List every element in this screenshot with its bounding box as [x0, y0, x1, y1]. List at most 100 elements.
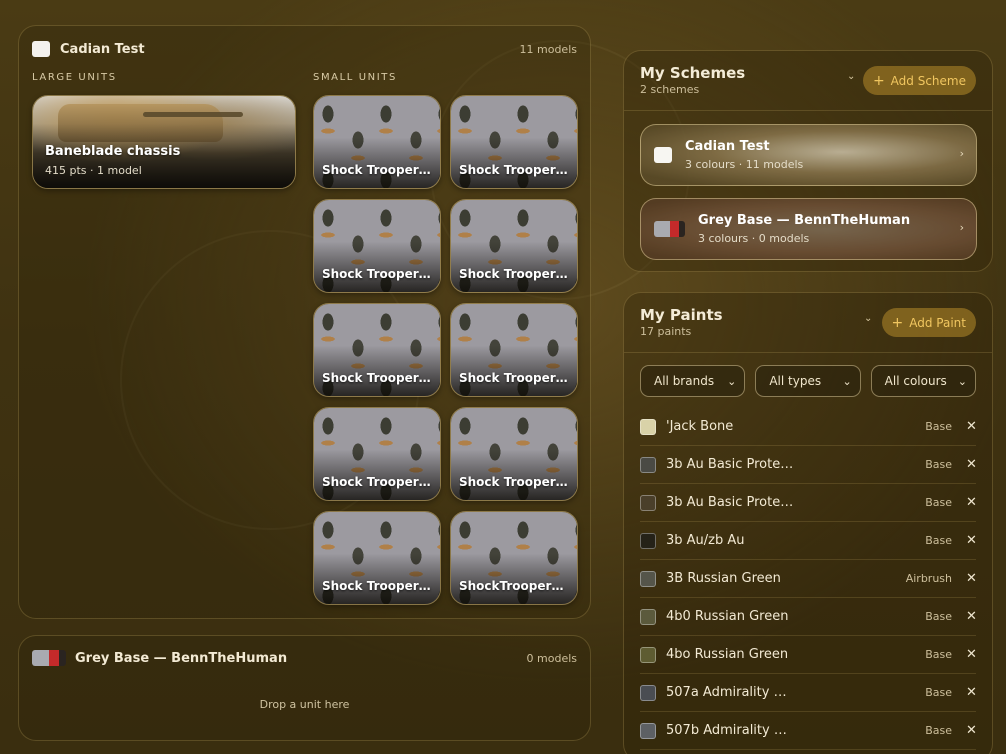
remove-paint-icon[interactable]: ✕	[966, 457, 977, 472]
unit-card-trooper[interactable]: Shock Trooper #7	[313, 407, 441, 501]
paint-row[interactable]: 3b Au Basic Protector Alki… Base ✕	[640, 484, 977, 522]
paint-name: 'Jack Bone	[666, 419, 734, 434]
paint-name: 3b Au Basic Protector	[666, 457, 796, 472]
chevron-down-icon: ⌄	[842, 374, 852, 388]
paint-color-swatch	[640, 494, 656, 511]
unit-card-trooper[interactable]: Shock Trooper #9	[313, 511, 441, 605]
unit-name: Shock Trooper #6	[459, 371, 571, 385]
scheme-color-swatch	[32, 650, 66, 666]
scheme-color-swatch	[32, 41, 50, 57]
group-title: Grey Base — BennTheHuman	[75, 650, 288, 666]
group-model-count: 11 models	[519, 42, 577, 56]
paint-row[interactable]: 4bo Russian Green Base ✕	[640, 636, 977, 674]
paint-type: Base	[925, 420, 953, 433]
scheme-name: Grey Base — BennTheHuman	[698, 213, 911, 228]
unit-name: Baneblade chassis	[45, 144, 181, 159]
scheme-group-cadian[interactable]: Cadian Test 11 models LARGE UNITS SMALL …	[18, 25, 591, 619]
collapse-chevron-icon[interactable]: ⌄	[847, 71, 855, 82]
add-scheme-button[interactable]: + Add Scheme	[862, 66, 976, 95]
remove-paint-icon[interactable]: ✕	[966, 571, 977, 586]
plus-icon: +	[872, 72, 885, 89]
chevron-down-icon: ⌄	[727, 374, 737, 388]
type-filter-select[interactable]: All types ⌄	[755, 365, 861, 397]
unit-name: Shock Trooper #8	[459, 475, 571, 489]
brand-filter-value: All brands	[654, 374, 715, 388]
scheme-color-swatch	[654, 221, 685, 237]
unit-card-trooper[interactable]: ShockTrooperSe…	[450, 511, 578, 605]
unit-card-trooper[interactable]: Shock Trooper #2	[450, 95, 578, 189]
paint-row[interactable]: 4b0 Russian Green Base ✕	[640, 598, 977, 636]
paint-color-swatch	[640, 684, 656, 701]
paint-color-swatch	[640, 722, 656, 739]
paint-color-swatch	[640, 608, 656, 625]
remove-paint-icon[interactable]: ✕	[966, 609, 977, 624]
remove-paint-icon[interactable]: ✕	[966, 685, 977, 700]
add-paint-label: Add Paint	[909, 315, 966, 330]
colour-filter-value: All colours	[884, 374, 947, 388]
unit-name: Shock Trooper #2	[459, 163, 571, 177]
unit-card-baneblade[interactable]: Baneblade chassis 415 pts · 1 model	[32, 95, 296, 189]
group-model-count: 0 models	[526, 651, 577, 665]
collapse-chevron-icon[interactable]: ⌄	[864, 313, 872, 324]
paint-name: 507b Admirality Medium G…	[666, 723, 796, 738]
brand-filter-select[interactable]: All brands ⌄	[640, 365, 746, 397]
schemes-panel: My Schemes 2 schemes ⌄ + Add Scheme Cadi…	[623, 50, 993, 272]
paint-row[interactable]: 3b Au/zb Au Base ✕	[640, 522, 977, 560]
unit-name: Shock Trooper #3	[322, 267, 434, 281]
chevron-down-icon: ⌄	[957, 374, 967, 388]
panel-title: My Paints	[640, 306, 723, 324]
scheme-card-grey-base[interactable]: Grey Base — BennTheHuman 3 colours · 0 m…	[640, 198, 977, 260]
paint-row[interactable]: 507b Admirality Medium G… Base ✕	[640, 712, 977, 750]
paint-color-swatch	[640, 456, 656, 473]
paint-row[interactable]: 3b Au Basic Protector Base ✕	[640, 446, 977, 484]
unit-card-trooper[interactable]: Shock Trooper #3	[313, 199, 441, 293]
paint-row[interactable]: 507a Admirality Dark Grey Base ✕	[640, 674, 977, 712]
paint-color-swatch	[640, 418, 656, 435]
add-scheme-label: Add Scheme	[890, 73, 966, 88]
paint-type: Base	[925, 534, 953, 547]
scheme-card-cadian[interactable]: Cadian Test 3 colours · 11 models ›	[640, 124, 977, 186]
panel-subtitle: 2 schemes	[640, 83, 700, 96]
paint-type: Base	[925, 458, 953, 471]
remove-paint-icon[interactable]: ✕	[966, 495, 977, 510]
paint-name: 3B Russian Green	[666, 571, 781, 586]
paint-row[interactable]: 3B Russian Green Airbrush ✕	[640, 560, 977, 598]
remove-paint-icon[interactable]: ✕	[966, 419, 977, 434]
remove-paint-icon[interactable]: ✕	[966, 533, 977, 548]
unit-card-trooper[interactable]: Shock Trooper #8	[450, 407, 578, 501]
paint-color-swatch	[640, 646, 656, 663]
large-units-label: LARGE UNITS	[32, 72, 117, 83]
scheme-meta: 3 colours · 0 models	[698, 232, 810, 245]
paint-color-swatch	[640, 570, 656, 587]
unit-card-trooper[interactable]: Shock Trooper #5	[313, 303, 441, 397]
paint-color-swatch	[640, 532, 656, 549]
scheme-group-grey-base[interactable]: Grey Base — BennTheHuman 0 models Drop a…	[18, 635, 591, 741]
paint-name: 4b0 Russian Green	[666, 609, 789, 624]
small-units-label: SMALL UNITS	[313, 72, 397, 83]
paint-type: Base	[925, 496, 953, 509]
scheme-color-swatch	[654, 147, 672, 163]
add-paint-button[interactable]: + Add Paint	[881, 308, 976, 337]
unit-card-trooper[interactable]: Shock Trooper #1	[313, 95, 441, 189]
unit-name: Shock Trooper #1	[322, 163, 434, 177]
drop-zone-hint[interactable]: Drop a unit here	[19, 698, 590, 711]
unit-card-trooper[interactable]: Shock Trooper #6	[450, 303, 578, 397]
paint-filters: All brands ⌄ All types ⌄ All colours ⌄	[640, 365, 976, 397]
paints-panel: My Paints 17 paints ⌄ + Add Paint All br…	[623, 292, 993, 754]
paint-name: 4bo Russian Green	[666, 647, 789, 662]
panel-subtitle: 17 paints	[640, 325, 692, 338]
plus-icon: +	[891, 314, 904, 331]
paint-name: 507a Admirality Dark Grey	[666, 685, 796, 700]
group-header: Cadian Test 11 models	[32, 39, 577, 59]
paint-type: Base	[925, 610, 953, 623]
remove-paint-icon[interactable]: ✕	[966, 723, 977, 738]
colour-filter-select[interactable]: All colours ⌄	[870, 365, 976, 397]
paint-type: Base	[925, 648, 953, 661]
paint-row[interactable]: 'Jack Bone Base ✕	[640, 408, 977, 446]
unit-card-trooper[interactable]: Shock Trooper #4	[450, 199, 578, 293]
paint-name: 3b Au Basic Protector Alki…	[666, 495, 796, 510]
paint-name: 3b Au/zb Au	[666, 533, 745, 548]
unit-meta: 415 pts · 1 model	[45, 164, 142, 177]
paints-panel-header: My Paints 17 paints ⌄ + Add Paint	[624, 293, 992, 353]
remove-paint-icon[interactable]: ✕	[966, 647, 977, 662]
